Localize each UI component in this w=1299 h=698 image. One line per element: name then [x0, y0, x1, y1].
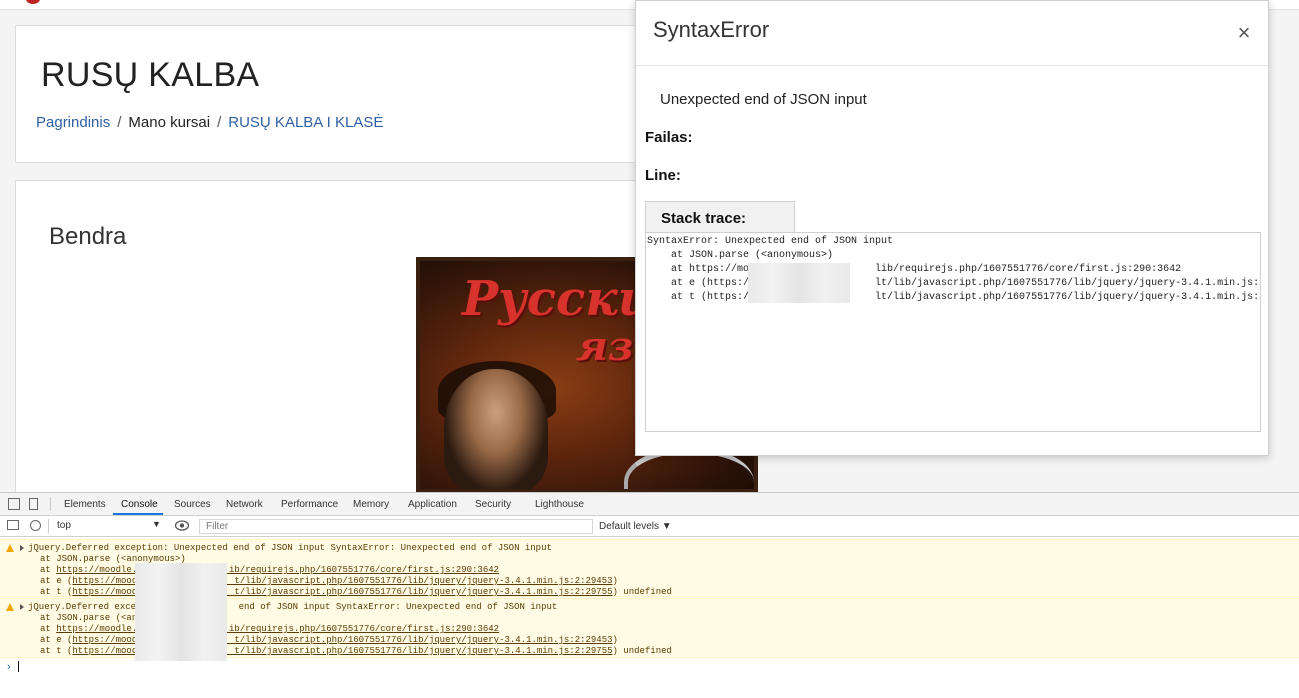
tab-elements[interactable]: Elements — [64, 499, 106, 510]
inspect-element-icon[interactable] — [8, 498, 20, 510]
stack-trace-button[interactable]: Stack trace: — [645, 201, 795, 233]
modal-header: SyntaxError × — [636, 1, 1268, 66]
log-levels-dropdown[interactable]: Default levels ▼ — [599, 521, 672, 532]
filter-input[interactable] — [199, 519, 593, 534]
console-prompt[interactable]: › — [0, 660, 1299, 676]
modal-title: SyntaxError — [653, 17, 770, 42]
breadcrumb-separator: / — [117, 114, 122, 131]
dropdown-arrow-icon: ▼ — [152, 519, 161, 529]
redacted-region — [748, 263, 850, 303]
text-caret — [18, 661, 19, 672]
console-message-text: jQuery.Deferred excep end of JSON input … — [28, 602, 558, 612]
context-selector[interactable]: top ▼ — [51, 519, 163, 533]
breadcrumb: Pagrindinis / Mano kursai / RUSŲ KALBA I KLA… — [36, 114, 383, 131]
expand-triangle-icon[interactable] — [20, 545, 24, 551]
breadcrumb-item-my-courses: Mano kursai — [128, 114, 211, 131]
page-header: RUSŲ KALBA Pagrindinis / Mano kursai / RUSŲ … — [15, 25, 715, 163]
trace-line: at e (https://mood t/lib/javascript.php/… — [40, 635, 618, 645]
page-title: RUSŲ KALBA — [41, 56, 260, 94]
tab-console[interactable]: Console — [121, 499, 158, 510]
close-icon[interactable]: × — [1232, 21, 1256, 45]
breadcrumb-separator: / — [217, 114, 222, 131]
device-toolbar-icon[interactable] — [29, 498, 38, 510]
tab-lighthouse[interactable]: Lighthouse — [535, 499, 584, 510]
context-value: top — [57, 520, 71, 531]
devtools-tabbar: Elements Console Sources Network Perform… — [0, 493, 1299, 516]
redacted-region — [135, 563, 227, 661]
trace-link[interactable]: https://moodle. ib/requirejs.php/1607551… — [56, 565, 499, 575]
trace-line: at https://moodle. ib/requirejs.php/1607… — [40, 624, 500, 634]
stack-trace-box[interactable]: SyntaxError: Unexpected end of JSON inpu… — [645, 232, 1261, 432]
expand-triangle-icon[interactable] — [20, 604, 24, 610]
stack-trace-line: at JSON.parse (<anonymous>) — [647, 250, 834, 261]
devtools-panel: Elements Console Sources Network Perform… — [0, 492, 1299, 698]
eye-icon[interactable] — [175, 520, 189, 531]
sidebar-toggle-icon[interactable] — [7, 520, 19, 530]
toolbar-divider — [50, 497, 51, 511]
tab-performance[interactable]: Performance — [281, 499, 338, 510]
tab-sources[interactable]: Sources — [174, 499, 211, 510]
stack-trace-line: at e (https://mo lt/lib/javascript.php/1… — [647, 278, 1261, 289]
tab-security[interactable]: Security — [475, 499, 511, 510]
breadcrumb-item-home[interactable]: Pagrindinis — [36, 114, 110, 131]
warning-icon — [6, 544, 14, 552]
breadcrumb-item-course[interactable]: RUSŲ KALBA I KLASĖ — [228, 114, 383, 131]
console-message-text: jQuery.Deferred exception: Unexpected en… — [28, 543, 552, 553]
trace-line: at e (https://mood t/lib/javascript.php/… — [40, 576, 618, 586]
trace-link[interactable]: https://moodle. ib/requirejs.php/1607551… — [56, 624, 499, 634]
file-label: Failas: — [645, 129, 693, 146]
toolbar-divider — [48, 519, 49, 533]
error-modal: SyntaxError × Unexpected end of JSON inp… — [635, 0, 1269, 456]
stack-trace-line: at t (https://mo lt/lib/javascript.php/1… — [647, 292, 1261, 303]
section-title: Bendra — [49, 223, 127, 250]
console-toolbar: top ▼ Default levels ▼ — [0, 516, 1299, 537]
tab-application[interactable]: Application — [408, 499, 457, 510]
error-message: Unexpected end of JSON input — [660, 91, 867, 108]
tab-memory[interactable]: Memory — [353, 499, 389, 510]
stack-trace-line: at https://mood lib/requirejs.php/160755… — [647, 264, 1182, 275]
trace-line: at JSON.parse (<an — [40, 613, 138, 623]
warning-icon — [6, 603, 14, 611]
prompt-chevron-icon: › — [7, 661, 11, 673]
stack-trace-line: SyntaxError: Unexpected end of JSON inpu… — [647, 236, 894, 247]
active-tab-indicator — [113, 513, 163, 515]
tab-network[interactable]: Network — [226, 499, 263, 510]
trace-line: at https://moodle. ib/requirejs.php/1607… — [40, 565, 500, 575]
clear-console-icon[interactable] — [30, 520, 41, 531]
site-logo-icon[interactable] — [26, 0, 40, 4]
line-label: Line: — [645, 167, 681, 184]
